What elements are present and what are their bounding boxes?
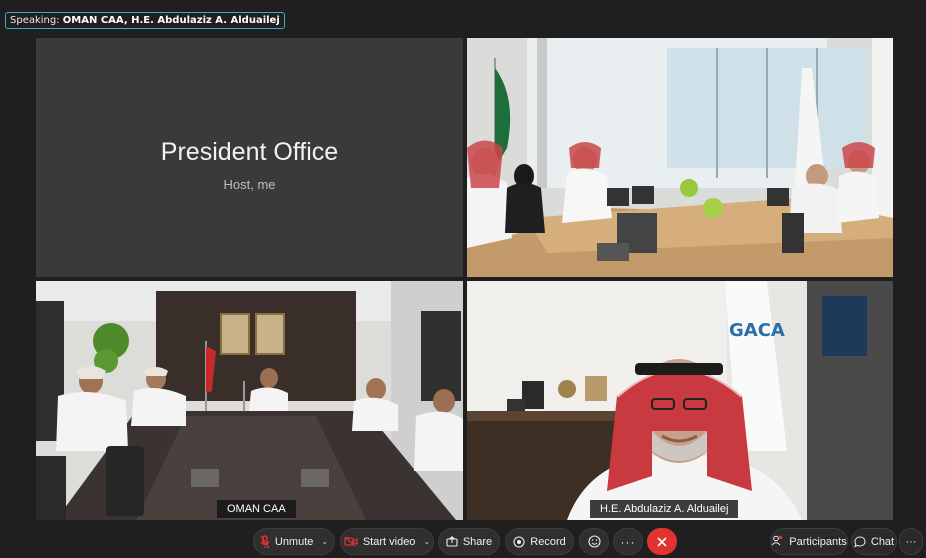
- participant-name: President Office: [160, 138, 339, 166]
- chat-button[interactable]: Chat: [851, 528, 897, 555]
- more-options-button[interactable]: ···: [613, 528, 643, 555]
- tile-gaca-room-video[interactable]: [467, 38, 893, 277]
- more-panels-button[interactable]: ···: [899, 528, 923, 555]
- participant-name-tag: OMAN CAA: [217, 500, 296, 518]
- participant-role: Host, me: [223, 177, 276, 192]
- video-off-icon: [344, 536, 358, 547]
- record-button[interactable]: Record: [505, 528, 574, 555]
- svg-text:GACA: GACA: [729, 320, 785, 341]
- unmute-label: Unmute: [274, 535, 314, 548]
- chat-icon: [853, 535, 866, 547]
- tile-active-speaker[interactable]: GACA H.E. Abdulaziz A. Alduailej: [467, 281, 893, 520]
- start-video-label: Start video: [362, 535, 416, 548]
- share-label: Share: [462, 535, 493, 548]
- video-feed-gaca-room: [467, 38, 893, 277]
- speaking-prefix: Speaking:: [10, 15, 60, 26]
- record-label: Record: [530, 535, 566, 548]
- chevron-down-icon[interactable]: ⌄: [423, 537, 430, 546]
- people-icon: [771, 535, 784, 549]
- more-icon: ···: [905, 535, 917, 548]
- leave-meeting-button[interactable]: [647, 528, 677, 555]
- tile-oman-caa[interactable]: OMAN CAA: [36, 281, 463, 520]
- speaking-names: OMAN CAA, H.E. Abdulaziz A. Alduailej: [62, 15, 280, 26]
- unmute-button[interactable]: Unmute ⌄: [253, 528, 335, 555]
- tile-president-office[interactable]: President Office Host, me: [36, 38, 463, 277]
- share-button[interactable]: Share: [438, 528, 500, 555]
- reactions-button[interactable]: [579, 528, 609, 555]
- mic-muted-icon: [260, 534, 270, 548]
- participant-name-tag: H.E. Abdulaziz A. Alduailej: [590, 500, 739, 518]
- start-video-button[interactable]: Start video ⌄: [340, 528, 434, 555]
- share-icon: [446, 536, 458, 547]
- smiley-icon: [587, 535, 601, 548]
- record-icon: [513, 535, 525, 548]
- video-feed-oman-caa: [36, 281, 463, 520]
- close-icon: [657, 536, 667, 547]
- chevron-down-icon[interactable]: ⌄: [321, 537, 328, 546]
- participants-label: Participants: [789, 535, 847, 548]
- participants-button[interactable]: Participants: [770, 528, 848, 555]
- video-feed-active-speaker: GACA: [467, 281, 893, 520]
- more-icon: ···: [620, 534, 636, 549]
- speaking-indicator: Speaking: OMAN CAA, H.E. Abdulaziz A. Al…: [5, 12, 285, 29]
- chat-label: Chat: [870, 535, 895, 548]
